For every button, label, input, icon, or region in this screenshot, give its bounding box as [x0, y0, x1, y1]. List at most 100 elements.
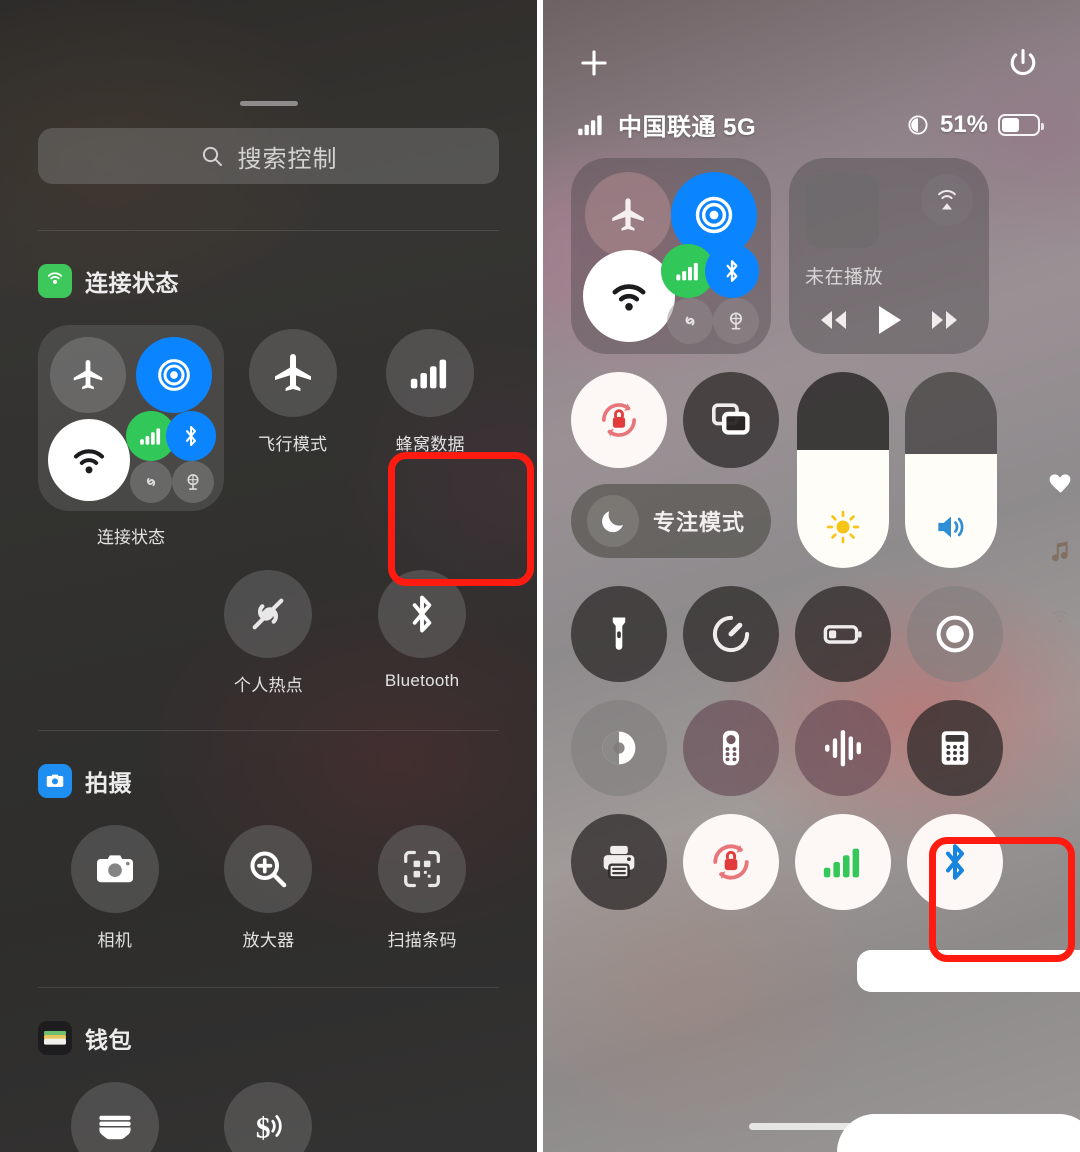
- calculator-button[interactable]: [907, 700, 1003, 796]
- dark-mode-icon: [602, 731, 636, 765]
- connectivity-controls-grid: 连接状态 飞行模式 蜂窝数据: [38, 325, 499, 548]
- hotspot-icon: [146, 477, 156, 487]
- cellular-data-button[interactable]: [795, 814, 891, 910]
- airplane-mode-button[interactable]: [248, 329, 337, 417]
- rewind-icon[interactable]: [813, 306, 855, 334]
- hotspot-toggle[interactable]: [667, 298, 713, 344]
- screen-recording-button[interactable]: [907, 586, 1003, 682]
- carrier-info: 中国联通 5G: [577, 107, 756, 142]
- control-label: 放大器: [242, 931, 295, 950]
- timer-button[interactable]: [683, 586, 779, 682]
- airdrop-icon: [695, 196, 733, 234]
- cc-row-2: 专注模式: [571, 372, 1046, 568]
- control-wallet[interactable]: 钱包: [38, 1082, 192, 1152]
- cellular-bars-icon: [140, 428, 161, 445]
- wallet-button[interactable]: [70, 1082, 159, 1152]
- apple-tv-remote-button[interactable]: [683, 700, 779, 796]
- screen-mirroring-button[interactable]: [683, 372, 779, 468]
- heart-icon[interactable]: [1046, 470, 1074, 496]
- wifi-toggle[interactable]: [48, 419, 130, 501]
- printer-button[interactable]: [571, 814, 667, 910]
- connectivity-module[interactable]: [38, 325, 224, 511]
- personal-hotspot-button[interactable]: [224, 570, 313, 658]
- control-scan-barcode[interactable]: 扫描条码: [345, 825, 499, 951]
- scan-barcode-button[interactable]: [378, 825, 467, 913]
- battery-icon: [998, 113, 1044, 136]
- control-cellular-data[interactable]: 蜂窝数据: [362, 325, 500, 455]
- control-magnifier[interactable]: 放大器: [192, 825, 346, 951]
- rotation-lock-icon: [601, 403, 637, 437]
- control-label: 个人热点: [233, 676, 304, 695]
- sound-recognition-button[interactable]: [795, 700, 891, 796]
- low-power-mode-button[interactable]: [795, 586, 891, 682]
- signal-bars-icon: [578, 114, 602, 135]
- dark-mode-button[interactable]: [571, 700, 667, 796]
- control-center-gallery-panel: 搜索控制 连接状态 连接状态 飞行模式 蜂窝数据 个人热点 Bluetooth …: [0, 0, 537, 1152]
- flashlight-icon: [612, 617, 626, 650]
- hotspot-toggle[interactable]: [130, 461, 172, 503]
- screen-mirroring-icon: [712, 403, 750, 435]
- control-label: 扫描条码: [387, 931, 457, 950]
- svg-text:$: $: [256, 1113, 271, 1145]
- rotation-lock-button[interactable]: [683, 814, 779, 910]
- bluetooth-icon: [186, 426, 196, 446]
- connectivity-module[interactable]: [571, 158, 771, 354]
- airdrop-toggle[interactable]: [136, 337, 212, 413]
- cellular-bars-icon: [411, 359, 447, 389]
- brightness-slider[interactable]: [797, 372, 889, 568]
- section-capture: 拍摄 相机 放大器 扫描条码: [38, 731, 499, 951]
- bluetooth-icon: [945, 844, 965, 880]
- focus-mode-label: 专注模式: [653, 510, 746, 535]
- camera-button[interactable]: [70, 825, 159, 913]
- search-input[interactable]: 搜索控制: [38, 128, 499, 184]
- bluetooth-toggle[interactable]: [166, 411, 216, 461]
- add-control-button[interactable]: [577, 46, 611, 85]
- control-label: 相机: [97, 931, 133, 950]
- cellular-bars-icon: [676, 262, 698, 281]
- bluetooth-button[interactable]: [907, 814, 1003, 910]
- brightness-sun-icon: [826, 510, 860, 544]
- control-label: 蜂窝数据: [395, 435, 465, 454]
- volume-slider[interactable]: [905, 372, 997, 568]
- vpn-toggle[interactable]: [713, 298, 759, 344]
- tap-to-cash-icon: $: [256, 1113, 283, 1145]
- magnifier-button[interactable]: [224, 825, 313, 913]
- rotation-lock-icon: [908, 114, 928, 135]
- control-camera[interactable]: 相机: [38, 825, 192, 951]
- control-personal-hotspot[interactable]: 个人热点: [192, 570, 346, 696]
- fast-forward-icon[interactable]: [923, 306, 965, 334]
- connectivity-module-control[interactable]: 连接状态: [38, 325, 224, 548]
- capture-controls-grid: 相机 放大器 扫描条码: [38, 825, 499, 951]
- wallet-app-icon: [38, 1021, 72, 1055]
- section-title: 连接状态: [85, 270, 179, 296]
- airplane-mode-toggle[interactable]: [585, 172, 671, 258]
- airplay-button[interactable]: [921, 174, 973, 226]
- magnifier-icon: [250, 851, 287, 888]
- power-icon: [1010, 48, 1036, 76]
- control-bluetooth[interactable]: Bluetooth: [345, 570, 499, 696]
- media-playback-module[interactable]: 未在播放: [789, 158, 989, 354]
- airplane-mode-toggle[interactable]: [50, 337, 126, 413]
- play-icon[interactable]: [873, 303, 905, 337]
- connectivity-rail-icon[interactable]: [1047, 606, 1073, 632]
- sound-wave-icon: [825, 730, 861, 767]
- section-header: 钱包: [38, 1018, 499, 1058]
- control-airplane-mode[interactable]: 飞行模式: [224, 325, 362, 455]
- control-center-grid: 未在播放 专注模式: [537, 142, 1080, 910]
- power-button[interactable]: [1006, 46, 1040, 85]
- focus-mode-button[interactable]: 专注模式: [571, 484, 771, 558]
- control-tap-to-cash[interactable]: $ Tap to Cash: [192, 1082, 346, 1152]
- bluetooth-button[interactable]: [378, 570, 467, 658]
- music-note-icon[interactable]: [1047, 538, 1073, 564]
- cc-row-5: [571, 814, 1046, 910]
- vpn-toggle[interactable]: [172, 461, 214, 503]
- airplane-icon: [274, 354, 311, 391]
- tap-to-cash-button[interactable]: $: [224, 1082, 313, 1152]
- rotation-lock-button[interactable]: [571, 372, 667, 468]
- flashlight-button[interactable]: [571, 586, 667, 682]
- cellular-data-button[interactable]: [386, 329, 475, 417]
- cc-row-4: [571, 700, 1046, 796]
- bluetooth-toggle[interactable]: [705, 244, 759, 298]
- wallet-controls-grid: 钱包 $ Tap to Cash: [38, 1082, 499, 1152]
- sheet-grabber[interactable]: [239, 101, 298, 106]
